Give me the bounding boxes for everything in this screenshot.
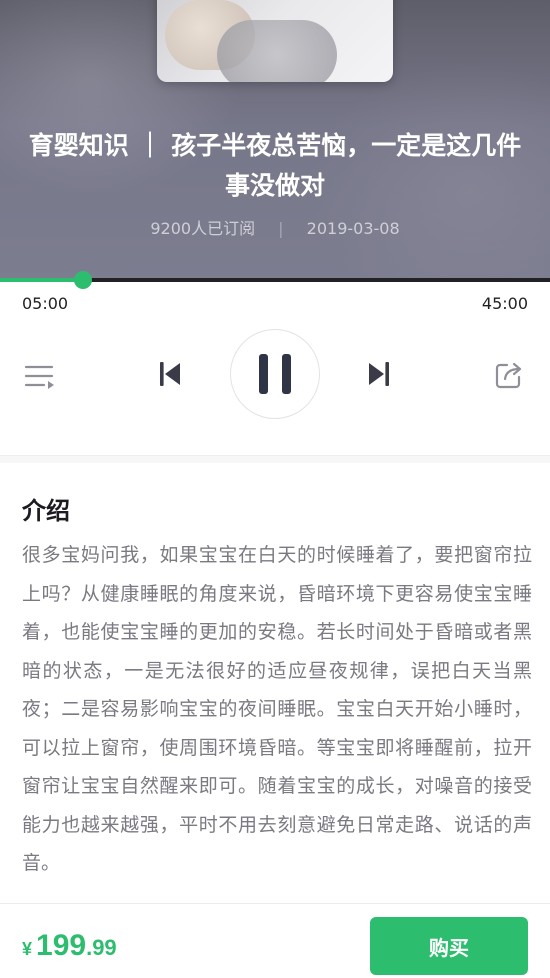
intro-heading: 介绍 <box>22 497 70 525</box>
audio-course-page: 育婴知识 ｜ 孩子半夜总苦恼，一定是这几件事没做对 9200人已订阅 | 201… <box>0 0 550 978</box>
pause-button[interactable] <box>230 329 320 419</box>
current-time: 05:00 <box>22 294 69 313</box>
buy-button[interactable]: 购买 <box>370 917 528 975</box>
skip-next-icon <box>369 362 389 386</box>
progress-handle[interactable] <box>73 271 92 289</box>
share-button[interactable] <box>491 357 527 393</box>
price-decimal: .99 <box>86 935 117 960</box>
price-integer: 199 <box>36 929 87 962</box>
episode-title: 育婴知识 ｜ 孩子半夜总苦恼，一定是这几件事没做对 <box>28 131 522 200</box>
section-divider <box>0 455 550 463</box>
episode-meta: 9200人已订阅 | 2019-03-08 <box>0 215 550 239</box>
playlist-button[interactable] <box>22 359 58 395</box>
subscriber-count: 9200人已订阅 <box>150 219 256 238</box>
next-button[interactable] <box>361 356 397 392</box>
cover-image <box>157 0 393 82</box>
price: ¥199.99 <box>22 929 117 963</box>
price-currency: ¥ <box>22 939 33 959</box>
hero-header: 育婴知识 ｜ 孩子半夜总苦恼，一定是这几件事没做对 9200人已订阅 | 201… <box>0 0 550 280</box>
skip-previous-icon <box>160 362 180 386</box>
pause-icon <box>259 354 291 394</box>
meta-separator: | <box>278 219 284 238</box>
previous-button[interactable] <box>152 356 188 392</box>
progress-bar[interactable] <box>0 271 550 289</box>
total-time: 45:00 <box>481 294 528 313</box>
publish-date: 2019-03-08 <box>306 219 400 238</box>
playlist-icon <box>24 365 54 389</box>
share-icon <box>495 362 522 389</box>
progress-fill <box>0 278 83 282</box>
player-controls <box>0 326 550 426</box>
intro-body: 很多宝妈问我，如果宝宝在白天的时候睡着了，要把窗帘拉上吗？从健康睡眠的角度来说，… <box>22 544 532 874</box>
purchase-bar: ¥199.99 购买 <box>0 903 550 978</box>
